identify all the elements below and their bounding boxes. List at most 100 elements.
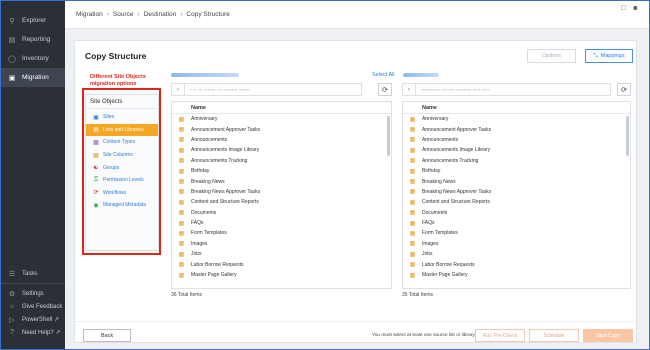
back-arrow-icon[interactable]: ‹ bbox=[403, 84, 416, 95]
source-column-header[interactable]: Name bbox=[172, 102, 391, 114]
list-item[interactable]: ▦ Labor Borrow Requests bbox=[403, 259, 630, 269]
sidebar-item-feedback[interactable]: ☼ Give Feedback bbox=[1, 300, 65, 313]
select-all-link[interactable]: Select All bbox=[372, 72, 395, 78]
list-item[interactable]: ▦ Master Page Gallery bbox=[403, 270, 630, 280]
list-item-label: Images bbox=[422, 240, 439, 247]
source-site-link[interactable] bbox=[171, 73, 239, 77]
list-item[interactable]: ▦ Announcement Approver Tasks bbox=[172, 124, 391, 134]
sidebar-item-powershell[interactable]: ▷ PowerShell ↗ bbox=[1, 313, 65, 326]
list-item-label: Master Page Gallery bbox=[191, 272, 237, 279]
list-icon: ▦ bbox=[409, 179, 416, 186]
list-item[interactable]: ▦ Anniversary bbox=[403, 114, 630, 124]
list-item-label: Breaking News bbox=[422, 178, 456, 185]
list-item[interactable]: ▦ Announcements Image Library bbox=[172, 145, 391, 155]
destination-site-link[interactable] bbox=[403, 73, 439, 77]
list-item[interactable]: ▦ Birthday bbox=[172, 166, 391, 176]
schedule-button[interactable]: Schedule bbox=[529, 329, 579, 342]
list-icon: ▦ bbox=[178, 158, 185, 165]
list-item[interactable]: ▦ Announcements bbox=[403, 135, 630, 145]
site-object-sites[interactable]: ▣ Sites bbox=[86, 111, 158, 124]
list-icon: ▦ bbox=[409, 137, 416, 144]
mappings-button[interactable]: ⤡ Mappings bbox=[585, 49, 633, 63]
back-arrow-icon[interactable]: ‹ bbox=[172, 84, 185, 95]
list-item[interactable]: ▦ Form Templates bbox=[172, 228, 391, 238]
list-item-label: Master Page Gallery bbox=[422, 272, 468, 279]
content-types-icon: ▩ bbox=[93, 139, 99, 146]
source-path-bar: ‹ ▫ ▫▫ ▫▫ ▫▫▫▫▫▫ ▫▫▫ ▫▫▫▫▫▫▫ ▫▫▫▫▫▫ bbox=[171, 83, 362, 96]
list-icon: ▦ bbox=[178, 137, 185, 144]
list-item[interactable]: ▦ Documents bbox=[403, 208, 630, 218]
source-path: ▫ ▫▫ ▫▫ ▫▫▫▫▫▫ ▫▫▫ ▫▫▫▫▫▫▫ ▫▫▫▫▫▫ bbox=[190, 87, 251, 92]
list-icon: ▦ bbox=[178, 116, 185, 123]
refresh-icon: ⟳ bbox=[382, 86, 388, 94]
list-item[interactable]: ▦ Birthday bbox=[403, 166, 630, 176]
annotation-line: migration options bbox=[90, 81, 137, 87]
list-item[interactable]: ▦ Breaking News bbox=[172, 176, 391, 186]
breadcrumb-source[interactable]: Source bbox=[113, 11, 134, 18]
sidebar-item-explorer[interactable]: ⚲ Explorer bbox=[1, 11, 65, 30]
list-item[interactable]: ▦ Anniversary bbox=[172, 114, 391, 124]
list-icon: ▦ bbox=[409, 272, 416, 279]
breadcrumb-migration[interactable]: Migration bbox=[76, 11, 103, 18]
destination-scrollbar[interactable] bbox=[626, 116, 629, 156]
list-item[interactable]: ▦ Documents bbox=[172, 208, 391, 218]
breadcrumb-destination[interactable]: Destination bbox=[144, 11, 177, 18]
list-item[interactable]: ▦ Jobs bbox=[172, 249, 391, 259]
list-icon: ▦ bbox=[178, 230, 185, 237]
sites-icon: ▣ bbox=[93, 114, 99, 121]
list-icon: ▦ bbox=[409, 199, 416, 206]
list-item-label: Announcements Tracking bbox=[191, 157, 248, 164]
list-item[interactable]: ▦ Jobs bbox=[403, 249, 630, 259]
list-item[interactable]: ▦ Announcements bbox=[172, 135, 391, 145]
sidebar-item-reporting[interactable]: ▤ Reporting bbox=[1, 30, 65, 49]
sidebar-item-migration[interactable]: ▣ Migration bbox=[1, 68, 65, 87]
site-object-groups[interactable]: ☯ Groups bbox=[86, 161, 158, 174]
sidebar-item-help[interactable]: ? Need Help? ↗ bbox=[1, 326, 65, 339]
site-object-workflows[interactable]: ⟳ Workflows bbox=[86, 187, 158, 200]
list-item[interactable]: ▦ Breaking News Approver Tasks bbox=[403, 187, 630, 197]
workflow-icon: ⟳ bbox=[93, 190, 99, 197]
list-item[interactable]: ▦ Breaking News bbox=[403, 176, 630, 186]
site-object-site-columns[interactable]: ▦ Site Columns bbox=[86, 149, 158, 162]
site-object-managed-metadata[interactable]: ◉ Managed Metadata bbox=[86, 199, 158, 212]
site-object-lists-libraries[interactable]: ▤ Lists and Libraries bbox=[86, 123, 158, 137]
options-button[interactable]: Options bbox=[527, 49, 576, 63]
sidebar-bottom-nav: ☰ Tasks ⚙ Settings ☼ Give Feedback ▷ Pow… bbox=[1, 267, 65, 339]
destination-refresh-button[interactable]: ⟳ bbox=[617, 83, 631, 96]
list-icon: ▦ bbox=[409, 189, 416, 196]
list-item[interactable]: ▦ Form Templates bbox=[403, 228, 630, 238]
breadcrumb: Migration › Source › Destination › Copy … bbox=[65, 1, 649, 29]
list-item[interactable]: ▦ Images bbox=[403, 239, 630, 249]
source-scrollbar[interactable] bbox=[387, 116, 390, 156]
list-item[interactable]: ▦ Labor Borrow Requests bbox=[172, 259, 391, 269]
run-pre-check-button[interactable]: Run Pre-Check bbox=[475, 329, 525, 342]
list-item[interactable]: ▦ Announcement Approver Tasks bbox=[403, 124, 630, 134]
source-refresh-button[interactable]: ⟳ bbox=[378, 83, 392, 96]
list-item-label: Form Templates bbox=[191, 230, 227, 237]
list-item[interactable]: ▦ Master Page Gallery bbox=[172, 270, 391, 280]
sidebar-item-tasks[interactable]: ☰ Tasks bbox=[1, 267, 65, 280]
list-icon: ▦ bbox=[409, 210, 416, 217]
site-object-content-types[interactable]: ▩ Content Types bbox=[86, 136, 158, 149]
destination-column-header[interactable]: Name bbox=[403, 102, 630, 114]
sidebar-item-settings[interactable]: ⚙ Settings bbox=[1, 287, 65, 300]
comment-icon[interactable]: □ bbox=[621, 5, 625, 12]
list-item[interactable]: ▦ Breaking News Approver Tasks bbox=[172, 187, 391, 197]
window-controls: □ ☻ bbox=[621, 5, 639, 12]
list-item[interactable]: ▦ Announcements Tracking bbox=[403, 156, 630, 166]
list-item[interactable]: ▦ Content and Structure Reports bbox=[403, 197, 630, 207]
list-item[interactable]: ▦ Content and Structure Reports bbox=[172, 197, 391, 207]
start-copy-button[interactable]: Start Copy bbox=[583, 329, 633, 342]
back-button[interactable]: Back bbox=[83, 329, 131, 342]
list-item[interactable]: ▦ Announcements Tracking bbox=[172, 156, 391, 166]
sidebar-item-inventory[interactable]: ◯ Inventory bbox=[1, 49, 65, 68]
list-item-label: Content and Structure Reports bbox=[191, 199, 259, 206]
list-item[interactable]: ▦ FAQs bbox=[403, 218, 630, 228]
list-item[interactable]: ▦ FAQs bbox=[172, 218, 391, 228]
user-icon[interactable]: ☻ bbox=[632, 5, 639, 12]
list-item[interactable]: ▦ Images bbox=[172, 239, 391, 249]
site-object-permission-levels[interactable]: ⚿ Permission Levels bbox=[86, 174, 158, 187]
list-item[interactable]: ▦ Announcements Image Library bbox=[403, 145, 630, 155]
mappings-icon: ⤡ bbox=[593, 52, 598, 59]
list-item-label: Labor Borrow Requests bbox=[422, 261, 475, 268]
